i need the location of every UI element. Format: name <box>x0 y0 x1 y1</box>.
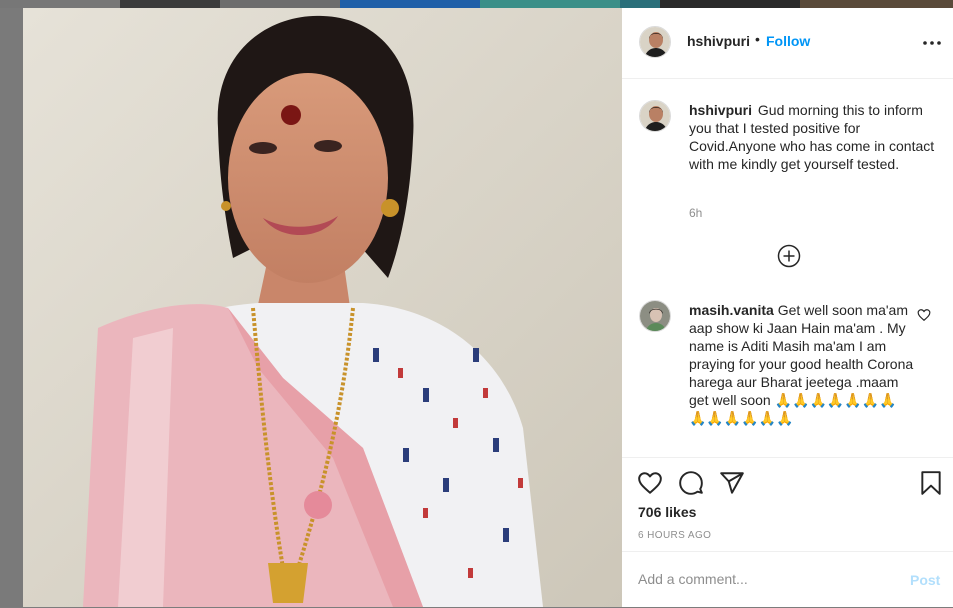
follow-button[interactable]: Follow <box>766 33 810 49</box>
separator-dot: • <box>755 31 760 47</box>
post-photo[interactable] <box>23 8 622 607</box>
background-feed-strip <box>0 0 953 8</box>
modal-backdrop[interactable] <box>0 8 23 607</box>
post-detail-panel: hshivpuri • Follow hshivpuri Gud morning… <box>622 8 953 607</box>
post-time-ago[interactable]: 6 HOURS AGO <box>638 530 711 541</box>
post-actions: 706 likes 6 HOURS AGO <box>622 457 953 552</box>
caption-timestamp[interactable]: 6h <box>689 206 702 220</box>
share-icon[interactable] <box>719 470 745 496</box>
caption-username[interactable]: hshivpuri <box>689 102 752 118</box>
commenter-username[interactable]: masih.vanita <box>689 302 774 318</box>
comments-section[interactable]: hshivpuri Gud morning this to inform you… <box>622 79 953 457</box>
author-username[interactable]: hshivpuri <box>687 33 750 49</box>
comment-icon[interactable] <box>678 470 704 496</box>
comment-input[interactable] <box>638 569 888 589</box>
more-dots-icon[interactable] <box>920 34 944 50</box>
plus-circle-icon[interactable] <box>777 244 801 268</box>
comment-text: Get well soon ma'am aap show ki Jaan Hai… <box>689 302 914 426</box>
comment-like-heart-icon[interactable] <box>917 308 931 322</box>
likes-count[interactable]: 706 likes <box>638 504 696 520</box>
post-caption: hshivpuri Gud morning this to inform you… <box>689 101 941 173</box>
caption-avatar[interactable] <box>639 100 671 132</box>
bookmark-icon[interactable] <box>918 470 944 496</box>
add-comment-bar: Post <box>622 551 953 608</box>
comment-item: masih.vanita Get well soon ma'am aap sho… <box>689 301 914 427</box>
post-header: hshivpuri • Follow <box>622 8 953 79</box>
avatar[interactable] <box>639 26 671 58</box>
portrait-image <box>23 8 622 607</box>
post-button[interactable]: Post <box>910 572 940 588</box>
commenter-avatar[interactable] <box>639 300 671 332</box>
heart-icon[interactable] <box>637 470 663 496</box>
